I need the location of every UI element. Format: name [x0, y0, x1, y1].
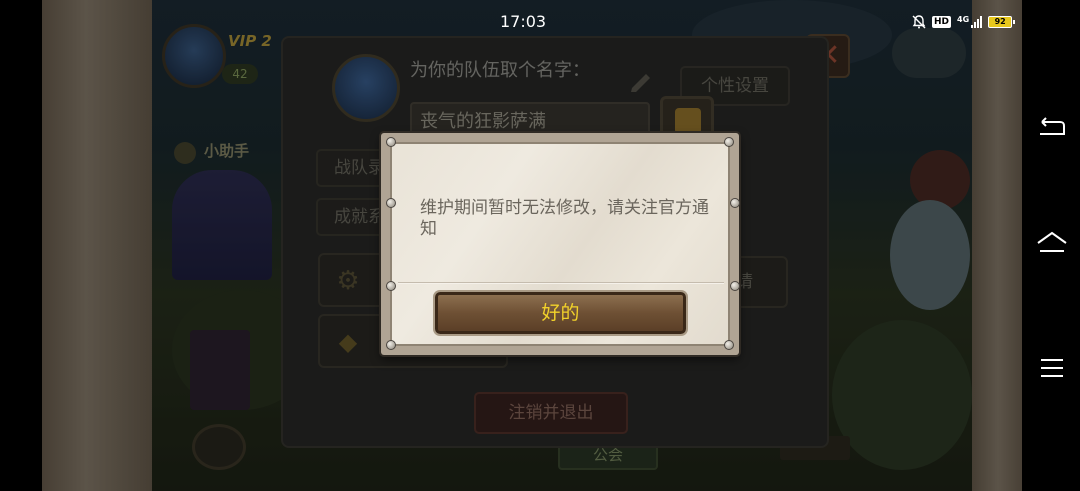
left-black-bar: [0, 0, 42, 491]
rivet-icon: [730, 281, 740, 291]
status-time: 17:03: [500, 12, 547, 31]
hd-badge: HD: [932, 16, 952, 28]
dialog-divider: [398, 282, 724, 284]
ok-button[interactable]: 好的: [435, 292, 686, 334]
signal-icon: [971, 16, 983, 28]
rivet-icon: [724, 340, 734, 350]
rivet-icon: [730, 198, 740, 208]
rivet-icon: [724, 137, 734, 147]
notifications-off-icon: [912, 15, 926, 29]
dialog-message: 维护期间暂时无法修改，请关注官方通知: [420, 198, 709, 239]
rivet-icon: [386, 281, 396, 291]
battery-level: 92: [994, 17, 1006, 26]
network-type: 4G: [957, 14, 970, 24]
back-icon[interactable]: [1032, 108, 1072, 148]
rivet-icon: [386, 340, 396, 350]
status-icons: HD 4G 92: [912, 14, 1016, 30]
rivet-icon: [386, 198, 396, 208]
menu-icon[interactable]: [1032, 348, 1072, 388]
rivet-icon: [386, 137, 396, 147]
home-icon[interactable]: [1032, 225, 1072, 265]
battery-icon: 92: [988, 16, 1016, 28]
